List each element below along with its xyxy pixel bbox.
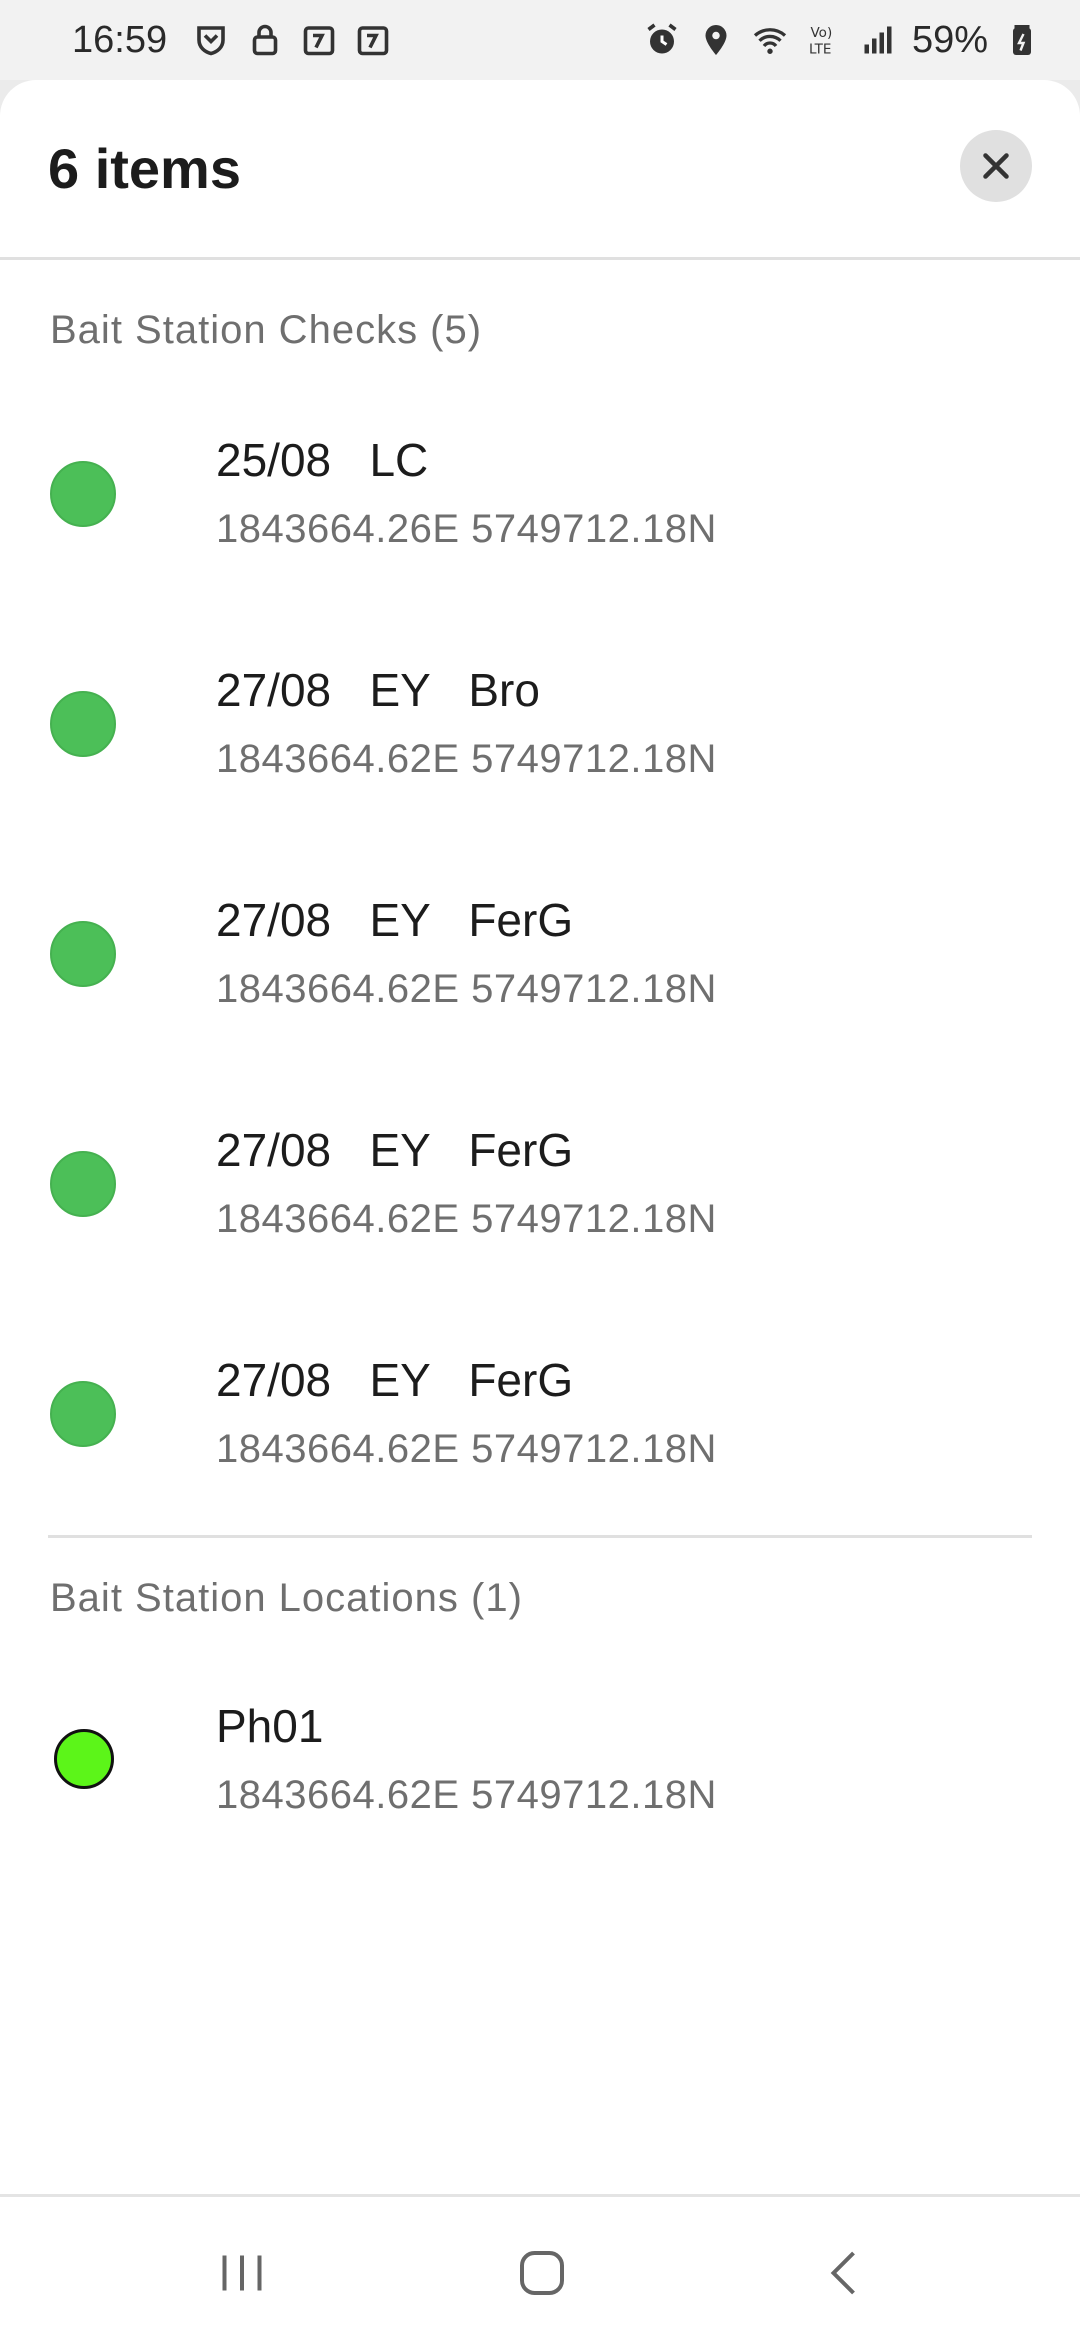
status-dot — [50, 1381, 116, 1447]
status-bar: 16:59 Vo) LTE 59% — [0, 0, 1080, 80]
section-bait-station-checks: Bait Station Checks (5) 25/08 LC 1843664… — [0, 308, 1080, 1541]
section-heading: Bait Station Checks (5) — [50, 308, 483, 352]
alarm-icon — [642, 20, 682, 60]
status-dot — [50, 1151, 116, 1217]
list-item[interactable]: 27/08 EY FerG 1843664.62E 5749712.18N — [0, 1311, 1080, 1541]
item-title: 27/08 EY FerG — [216, 1354, 574, 1406]
close-button[interactable] — [960, 130, 1032, 202]
close-icon — [983, 153, 1009, 179]
back-button[interactable] — [810, 2237, 882, 2309]
list-item[interactable]: 27/08 EY FerG 1843664.62E 5749712.18N — [0, 1081, 1080, 1311]
status-dot — [50, 691, 116, 757]
item-title: 25/08 LC — [216, 434, 429, 486]
item-coordinates: 1843664.62E 5749712.18N — [216, 967, 717, 1011]
list-item[interactable]: Ph01 1843664.62E 5749712.18N — [0, 1657, 1080, 1887]
recent-apps-button[interactable] — [206, 2237, 278, 2309]
items-bottom-sheet: 6 items Bait Station Checks (5) 25/08 LC… — [0, 80, 1080, 2194]
home-button[interactable] — [506, 2237, 578, 2309]
calendar-icon — [299, 20, 339, 60]
battery-percentage: 59% — [911, 18, 988, 61]
volte-icon: Vo) LTE — [804, 20, 844, 60]
wifi-icon — [750, 20, 790, 60]
item-coordinates: 1843664.62E 5749712.18N — [216, 1427, 717, 1471]
home-icon — [520, 2251, 564, 2295]
status-bar-right: Vo) LTE 59% — [642, 19, 1042, 62]
svg-text:Vo): Vo) — [810, 25, 832, 41]
status-dot — [54, 1729, 114, 1789]
section-bait-station-locations: Bait Station Locations (1) Ph01 1843664.… — [0, 1576, 1080, 1887]
navigation-bar — [0, 2194, 1080, 2340]
status-time: 16:59 — [72, 18, 168, 61]
shield-icon — [191, 20, 231, 60]
item-coordinates: 1843664.62E 5749712.18N — [216, 737, 717, 781]
sheet-header: 6 items — [0, 80, 1080, 260]
item-title: Ph01 — [216, 1700, 324, 1752]
item-title: 27/08 EY FerG — [216, 894, 574, 946]
item-coordinates: 1843664.62E 5749712.18N — [216, 1197, 717, 1241]
status-dot — [50, 921, 116, 987]
battery-icon — [1002, 20, 1042, 60]
item-coordinates: 1843664.62E 5749712.18N — [216, 1773, 717, 1817]
lock-icon — [245, 20, 285, 60]
signal-icon — [858, 20, 898, 60]
sheet-title: 6 items — [48, 137, 241, 200]
item-title: 27/08 EY Bro — [216, 664, 540, 716]
section-heading: Bait Station Locations (1) — [50, 1576, 523, 1620]
status-dot — [50, 461, 116, 527]
item-coordinates: 1843664.26E 5749712.18N — [216, 507, 717, 551]
svg-text:LTE: LTE — [809, 42, 831, 58]
list-item[interactable]: 27/08 EY Bro 1843664.62E 5749712.18N — [0, 621, 1080, 851]
status-bar-left: 16:59 — [72, 19, 393, 62]
list-item[interactable]: 25/08 LC 1843664.26E 5749712.18N — [0, 391, 1080, 621]
location-icon — [696, 20, 736, 60]
recent-apps-icon — [222, 2255, 262, 2291]
calendar-icon — [353, 20, 393, 60]
back-icon — [830, 2251, 855, 2295]
item-title: 27/08 EY FerG — [216, 1124, 574, 1176]
list-item[interactable]: 27/08 EY FerG 1843664.62E 5749712.18N — [0, 851, 1080, 1081]
